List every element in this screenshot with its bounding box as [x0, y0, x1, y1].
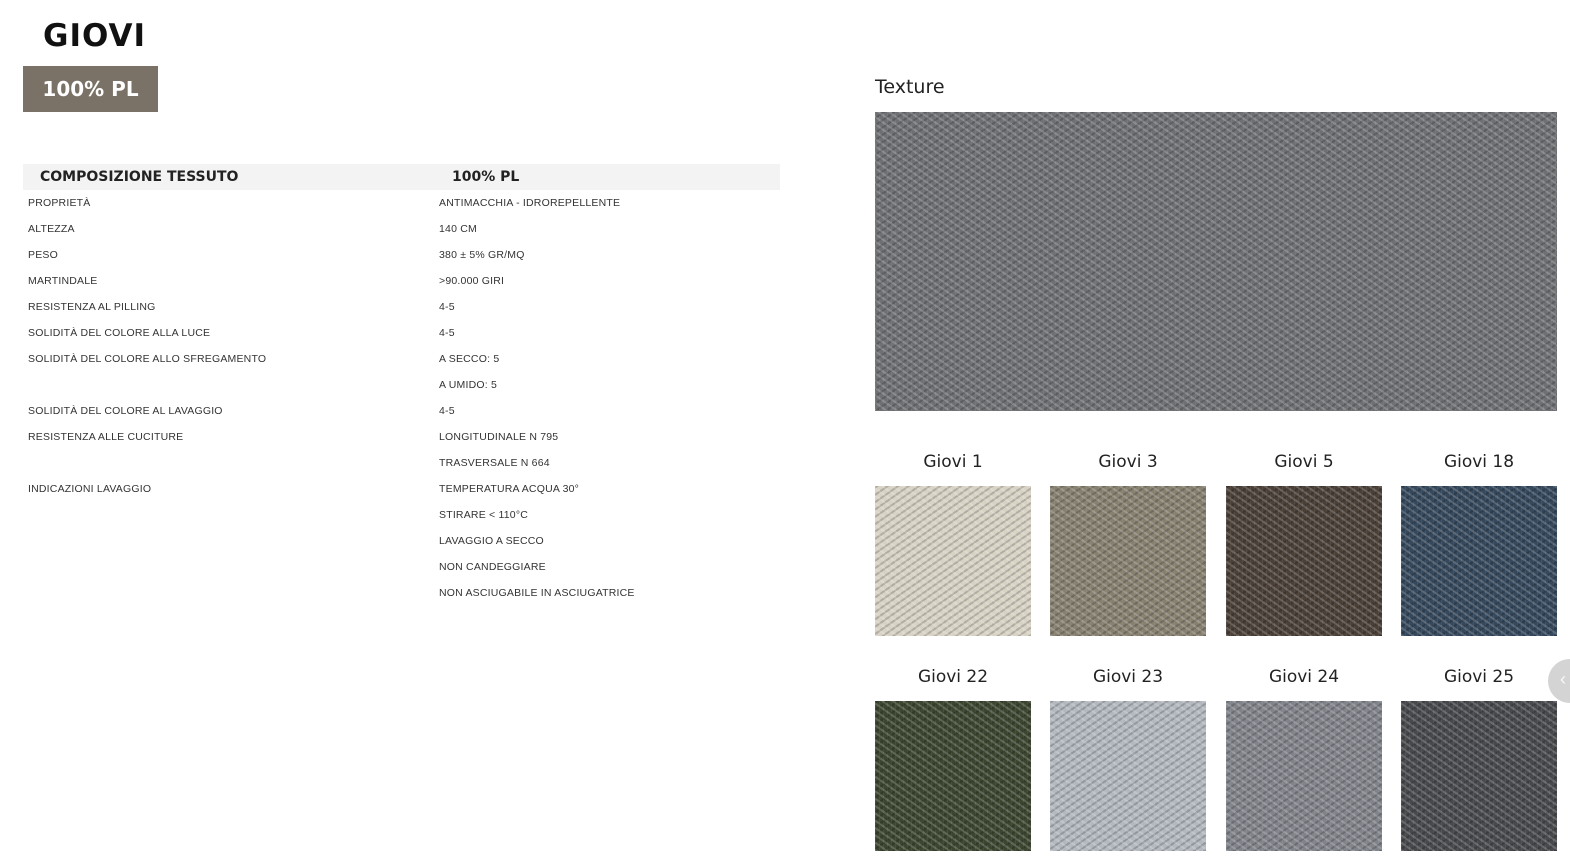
spec-value: 4-5	[439, 327, 455, 339]
table-row: SOLIDITÀ DEL COLORE ALLO SFREGAMENTO A SE…	[23, 346, 780, 372]
table-row: SOLIDITÀ DEL COLORE AL LAVAGGIO 4-5	[23, 398, 780, 424]
table-row: RESISTENZA AL PILLING 4-5	[23, 294, 780, 320]
table-row: RESISTENZA ALLE CUCITURE LONGITUDINALE N …	[23, 424, 780, 450]
scroll-nav-button[interactable]: ‹	[1548, 659, 1570, 703]
texture-title: Texture	[875, 76, 945, 98]
spec-value: NON CANDEGGIARE	[439, 561, 546, 573]
table-row: PROPRIETÀ ANTIMACCHIA - IDROREPELLENTE	[23, 190, 780, 216]
specs-header-row: COMPOSIZIONE TESSUTO 100% PL	[23, 164, 780, 190]
swatch-label-giovi-18: Giovi 18	[1443, 452, 1515, 472]
spec-label: MARTINDALE	[28, 275, 98, 287]
spec-label: INDICAZIONI LAVAGGIO	[28, 483, 152, 495]
chevron-left-icon: ‹	[1560, 669, 1566, 689]
spec-value: ANTIMACCHIA - IDROREPELLENTE	[439, 197, 621, 209]
specs-table: COMPOSIZIONE TESSUTO 100% PL PROPRIETÀ AN…	[23, 164, 780, 606]
swatch-giovi-22[interactable]	[875, 701, 1031, 851]
spec-value: 4-5	[439, 301, 455, 313]
swatch-giovi-25[interactable]	[1401, 701, 1557, 851]
spec-label: ALTEZZA	[28, 223, 75, 235]
swatch-giovi-23[interactable]	[1050, 701, 1206, 851]
spec-label: RESISTENZA ALLE CUCITURE	[28, 431, 184, 443]
swatch-label-giovi-3: Giovi 3	[1098, 452, 1158, 472]
spec-value: TRASVERSALE N 664	[439, 457, 550, 469]
spec-value: A UMIDO: 5	[439, 379, 498, 391]
spec-label: SOLIDITÀ DEL COLORE ALLA LUCE	[28, 327, 211, 339]
table-row: TRASVERSALE N 664	[23, 450, 780, 476]
swatch-giovi-1[interactable]	[875, 486, 1031, 636]
swatch-label-giovi-23: Giovi 23	[1092, 667, 1164, 687]
spec-value: LONGITUDINALE N 795	[439, 431, 559, 443]
swatch-giovi-3[interactable]	[1050, 486, 1206, 636]
table-row: ALTEZZA 140 CM	[23, 216, 780, 242]
composition-badge: 100% PL	[23, 66, 158, 112]
swatch-giovi-24[interactable]	[1226, 701, 1382, 851]
texture-image[interactable]	[875, 112, 1557, 411]
spec-value: A SECCO: 5	[439, 353, 500, 365]
product-title: GIOVI	[43, 18, 147, 54]
spec-value: STIRARE < 110°C	[439, 509, 528, 521]
table-row: A UMIDO: 5	[23, 372, 780, 398]
table-row: NON CANDEGGIARE	[23, 554, 780, 580]
spec-value: TEMPERATURA ACQUA 30°	[439, 483, 580, 495]
table-row: STIRARE < 110°C	[23, 502, 780, 528]
spec-value: 380 ± 5% GR/MQ	[439, 249, 525, 261]
table-row: PESO 380 ± 5% GR/MQ	[23, 242, 780, 268]
swatch-giovi-5[interactable]	[1226, 486, 1382, 636]
swatch-label-giovi-25: Giovi 25	[1443, 667, 1515, 687]
table-row: NON ASCIUGABILE IN ASCIUGATRICE	[23, 580, 780, 606]
spec-label: PROPRIETÀ	[28, 197, 91, 209]
table-row: SOLIDITÀ DEL COLORE ALLA LUCE 4-5	[23, 320, 780, 346]
spec-value: 4-5	[439, 405, 455, 417]
table-row: LAVAGGIO A SECCO	[23, 528, 780, 554]
spec-value: LAVAGGIO A SECCO	[439, 535, 544, 547]
spec-label: PESO	[28, 249, 58, 261]
spec-label: SOLIDITÀ DEL COLORE AL LAVAGGIO	[28, 405, 223, 417]
swatch-label-giovi-5: Giovi 5	[1274, 452, 1334, 472]
spec-value: >90.000 GIRI	[439, 275, 505, 287]
table-row: MARTINDALE >90.000 GIRI	[23, 268, 780, 294]
swatch-label-giovi-22: Giovi 22	[917, 667, 989, 687]
specs-header-value: 100% PL	[452, 169, 520, 185]
table-row: INDICAZIONI LAVAGGIO TEMPERATURA ACQUA 30…	[23, 476, 780, 502]
spec-value: NON ASCIUGABILE IN ASCIUGATRICE	[439, 587, 635, 599]
spec-label: RESISTENZA AL PILLING	[28, 301, 156, 313]
spec-value: 140 CM	[439, 223, 477, 235]
swatch-label-giovi-24: Giovi 24	[1268, 667, 1340, 687]
spec-label: SOLIDITÀ DEL COLORE ALLO SFREGAMENTO	[28, 353, 267, 365]
specs-header-label: COMPOSIZIONE TESSUTO	[40, 169, 239, 185]
swatch-label-giovi-1: Giovi 1	[923, 452, 983, 472]
swatch-giovi-18[interactable]	[1401, 486, 1557, 636]
